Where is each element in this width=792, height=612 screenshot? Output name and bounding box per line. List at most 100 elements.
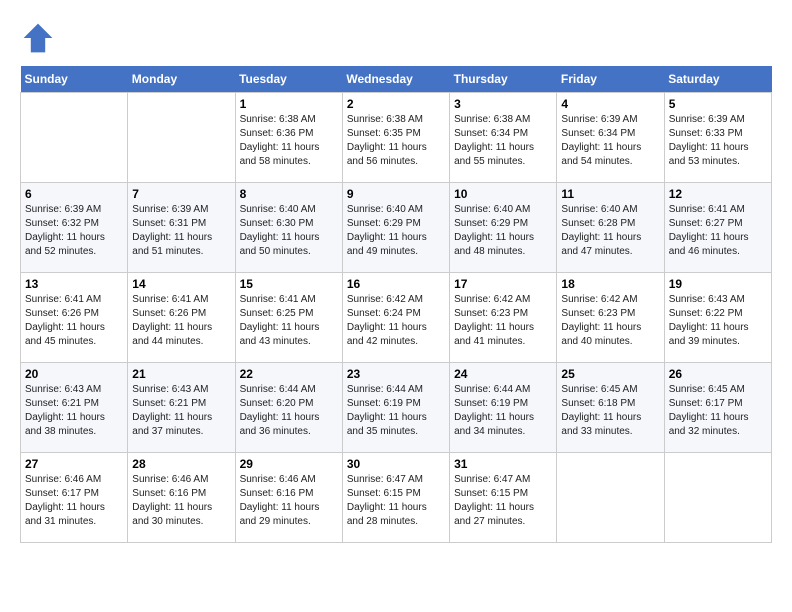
calendar-cell: 29 Sunrise: 6:46 AM Sunset: 6:16 PM Dayli… xyxy=(235,453,342,543)
logo xyxy=(20,20,60,56)
day-info: Sunrise: 6:39 AM Sunset: 6:33 PM Dayligh… xyxy=(669,113,767,169)
day-number: 30 xyxy=(347,457,445,471)
day-number: 8 xyxy=(240,187,338,201)
day-number: 4 xyxy=(561,97,659,111)
calendar-cell: 10 Sunrise: 6:40 AM Sunset: 6:29 PM Dayli… xyxy=(450,183,557,273)
calendar-week-row: 13 Sunrise: 6:41 AM Sunset: 6:26 PM Dayli… xyxy=(21,273,772,363)
day-info: Sunrise: 6:43 AM Sunset: 6:22 PM Dayligh… xyxy=(669,293,767,349)
day-info: Sunrise: 6:38 AM Sunset: 6:34 PM Dayligh… xyxy=(454,113,552,169)
day-number: 22 xyxy=(240,367,338,381)
calendar-cell: 8 Sunrise: 6:40 AM Sunset: 6:30 PM Daylig… xyxy=(235,183,342,273)
weekday-header: Wednesday xyxy=(342,66,449,93)
day-info: Sunrise: 6:43 AM Sunset: 6:21 PM Dayligh… xyxy=(132,383,230,439)
calendar-cell: 3 Sunrise: 6:38 AM Sunset: 6:34 PM Daylig… xyxy=(450,93,557,183)
day-number: 11 xyxy=(561,187,659,201)
day-info: Sunrise: 6:42 AM Sunset: 6:23 PM Dayligh… xyxy=(454,293,552,349)
calendar-cell: 24Sunrise: 6:44 AM Sunset: 6:19 PM Dayli… xyxy=(450,363,557,453)
calendar-cell xyxy=(557,453,664,543)
weekday-header: Sunday xyxy=(21,66,128,93)
day-number: 27 xyxy=(25,457,123,471)
calendar-cell: 2Sunrise: 6:38 AM Sunset: 6:35 PM Daylig… xyxy=(342,93,449,183)
calendar-cell: 14 Sunrise: 6:41 AM Sunset: 6:26 PM Dayli… xyxy=(128,273,235,363)
day-info: Sunrise: 6:44 AM Sunset: 6:19 PM Dayligh… xyxy=(347,383,445,439)
day-info: Sunrise: 6:40 AM Sunset: 6:30 PM Dayligh… xyxy=(240,203,338,259)
day-info: Sunrise: 6:39 AM Sunset: 6:32 PM Dayligh… xyxy=(25,203,123,259)
day-info: Sunrise: 6:42 AM Sunset: 6:23 PM Dayligh… xyxy=(561,293,659,349)
calendar-week-row: 1 Sunrise: 6:38 AM Sunset: 6:36 PM Daylig… xyxy=(21,93,772,183)
day-info: Sunrise: 6:38 AM Sunset: 6:36 PM Dayligh… xyxy=(240,113,338,169)
day-number: 25 xyxy=(561,367,659,381)
day-info: Sunrise: 6:39 AM Sunset: 6:31 PM Dayligh… xyxy=(132,203,230,259)
calendar-cell: 15 Sunrise: 6:41 AM Sunset: 6:25 PM Dayli… xyxy=(235,273,342,363)
calendar-week-row: 6Sunrise: 6:39 AM Sunset: 6:32 PM Daylig… xyxy=(21,183,772,273)
day-info: Sunrise: 6:47 AM Sunset: 6:15 PM Dayligh… xyxy=(454,473,552,529)
day-info: Sunrise: 6:41 AM Sunset: 6:26 PM Dayligh… xyxy=(25,293,123,349)
day-info: Sunrise: 6:44 AM Sunset: 6:20 PM Dayligh… xyxy=(240,383,338,439)
day-info: Sunrise: 6:42 AM Sunset: 6:24 PM Dayligh… xyxy=(347,293,445,349)
calendar-cell: 25 Sunrise: 6:45 AM Sunset: 6:18 PM Dayli… xyxy=(557,363,664,453)
weekday-header-row: SundayMondayTuesdayWednesdayThursdayFrid… xyxy=(21,66,772,93)
day-number: 7 xyxy=(132,187,230,201)
day-info: Sunrise: 6:46 AM Sunset: 6:16 PM Dayligh… xyxy=(240,473,338,529)
weekday-header: Friday xyxy=(557,66,664,93)
calendar-cell: 4Sunrise: 6:39 AM Sunset: 6:34 PM Daylig… xyxy=(557,93,664,183)
calendar-cell: 13 Sunrise: 6:41 AM Sunset: 6:26 PM Dayli… xyxy=(21,273,128,363)
calendar-week-row: 27 Sunrise: 6:46 AM Sunset: 6:17 PM Dayli… xyxy=(21,453,772,543)
day-number: 1 xyxy=(240,97,338,111)
day-number: 28 xyxy=(132,457,230,471)
calendar-cell: 16 Sunrise: 6:42 AM Sunset: 6:24 PM Dayli… xyxy=(342,273,449,363)
calendar-cell: 27 Sunrise: 6:46 AM Sunset: 6:17 PM Dayli… xyxy=(21,453,128,543)
calendar-cell: 22 Sunrise: 6:44 AM Sunset: 6:20 PM Dayli… xyxy=(235,363,342,453)
day-info: Sunrise: 6:41 AM Sunset: 6:25 PM Dayligh… xyxy=(240,293,338,349)
day-number: 16 xyxy=(347,277,445,291)
calendar-cell: 28 Sunrise: 6:46 AM Sunset: 6:16 PM Dayli… xyxy=(128,453,235,543)
calendar-cell: 7 Sunrise: 6:39 AM Sunset: 6:31 PM Daylig… xyxy=(128,183,235,273)
day-number: 5 xyxy=(669,97,767,111)
day-info: Sunrise: 6:46 AM Sunset: 6:17 PM Dayligh… xyxy=(25,473,123,529)
logo-icon xyxy=(20,20,56,56)
calendar-cell: 21Sunrise: 6:43 AM Sunset: 6:21 PM Dayli… xyxy=(128,363,235,453)
weekday-header: Monday xyxy=(128,66,235,93)
day-number: 10 xyxy=(454,187,552,201)
calendar-table: SundayMondayTuesdayWednesdayThursdayFrid… xyxy=(20,66,772,543)
day-info: Sunrise: 6:43 AM Sunset: 6:21 PM Dayligh… xyxy=(25,383,123,439)
day-number: 26 xyxy=(669,367,767,381)
day-number: 15 xyxy=(240,277,338,291)
calendar-cell: 26 Sunrise: 6:45 AM Sunset: 6:17 PM Dayli… xyxy=(664,363,771,453)
calendar-cell: 20 Sunrise: 6:43 AM Sunset: 6:21 PM Dayli… xyxy=(21,363,128,453)
day-number: 12 xyxy=(669,187,767,201)
day-number: 20 xyxy=(25,367,123,381)
day-number: 19 xyxy=(669,277,767,291)
calendar-cell: 1 Sunrise: 6:38 AM Sunset: 6:36 PM Daylig… xyxy=(235,93,342,183)
calendar-cell: 6Sunrise: 6:39 AM Sunset: 6:32 PM Daylig… xyxy=(21,183,128,273)
day-info: Sunrise: 6:45 AM Sunset: 6:17 PM Dayligh… xyxy=(669,383,767,439)
day-number: 31 xyxy=(454,457,552,471)
day-number: 9 xyxy=(347,187,445,201)
calendar-cell xyxy=(21,93,128,183)
day-info: Sunrise: 6:40 AM Sunset: 6:29 PM Dayligh… xyxy=(454,203,552,259)
day-info: Sunrise: 6:46 AM Sunset: 6:16 PM Dayligh… xyxy=(132,473,230,529)
weekday-header: Thursday xyxy=(450,66,557,93)
calendar-cell: 5 Sunrise: 6:39 AM Sunset: 6:33 PM Daylig… xyxy=(664,93,771,183)
calendar-cell: 11Sunrise: 6:40 AM Sunset: 6:28 PM Dayli… xyxy=(557,183,664,273)
day-number: 14 xyxy=(132,277,230,291)
day-info: Sunrise: 6:45 AM Sunset: 6:18 PM Dayligh… xyxy=(561,383,659,439)
weekday-header: Saturday xyxy=(664,66,771,93)
day-number: 3 xyxy=(454,97,552,111)
day-info: Sunrise: 6:41 AM Sunset: 6:27 PM Dayligh… xyxy=(669,203,767,259)
calendar-cell: 17 Sunrise: 6:42 AM Sunset: 6:23 PM Dayli… xyxy=(450,273,557,363)
day-number: 13 xyxy=(25,277,123,291)
page-header xyxy=(20,20,772,56)
calendar-cell: 23Sunrise: 6:44 AM Sunset: 6:19 PM Dayli… xyxy=(342,363,449,453)
day-number: 17 xyxy=(454,277,552,291)
calendar-cell xyxy=(128,93,235,183)
calendar-week-row: 20 Sunrise: 6:43 AM Sunset: 6:21 PM Dayli… xyxy=(21,363,772,453)
calendar-cell: 18 Sunrise: 6:42 AM Sunset: 6:23 PM Dayli… xyxy=(557,273,664,363)
weekday-header: Tuesday xyxy=(235,66,342,93)
day-number: 29 xyxy=(240,457,338,471)
day-number: 18 xyxy=(561,277,659,291)
day-number: 2 xyxy=(347,97,445,111)
day-info: Sunrise: 6:41 AM Sunset: 6:26 PM Dayligh… xyxy=(132,293,230,349)
calendar-cell: 31 Sunrise: 6:47 AM Sunset: 6:15 PM Dayli… xyxy=(450,453,557,543)
day-number: 24 xyxy=(454,367,552,381)
